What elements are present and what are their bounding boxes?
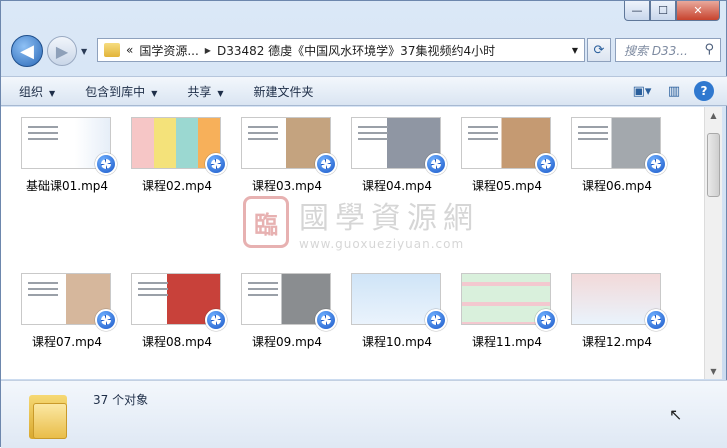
organize-menu[interactable]: 组织 ▼ — [19, 83, 55, 100]
command-toolbar: 组织 ▼ 包含到库中 ▼ 共享 ▼ 新建文件夹 ▣▾ ▥ ? — [1, 76, 727, 106]
minimize-button[interactable]: — — [624, 1, 650, 21]
navigation-bar: ◀ ▶ ▼ « 国学资源... ▶ D33482 德虔《中国风水环境学》37集视… — [1, 27, 727, 75]
folder-icon — [104, 43, 120, 57]
file-name: 课程05.mp4 — [471, 179, 543, 193]
file-item[interactable]: 课程05.mp4 — [451, 107, 557, 207]
media-player-icon — [425, 153, 447, 175]
file-item[interactable]: 课程07.mp4 — [11, 263, 117, 363]
media-player-icon — [535, 153, 557, 175]
maximize-button[interactable]: ☐ — [650, 1, 676, 21]
mouse-cursor-icon: ↖ — [669, 405, 683, 424]
media-player-icon — [535, 309, 557, 331]
file-item[interactable]: 课程09.mp4 — [231, 263, 337, 363]
file-name: 课程03.mp4 — [251, 179, 323, 193]
back-button[interactable]: ◀ — [11, 35, 43, 67]
file-name: 课程08.mp4 — [141, 335, 213, 349]
file-item[interactable]: 课程06.mp4 — [561, 107, 667, 207]
file-item[interactable]: 课程08.mp4 — [121, 263, 227, 363]
item-count: 37 个对象 — [93, 393, 149, 407]
new-folder-button[interactable]: 新建文件夹 — [254, 83, 314, 100]
file-name: 课程09.mp4 — [251, 335, 323, 349]
media-player-icon — [645, 309, 667, 331]
file-name: 课程06.mp4 — [581, 179, 653, 193]
refresh-button[interactable]: ⟳ — [587, 38, 611, 62]
file-item[interactable]: 课程03.mp4 — [231, 107, 337, 207]
scroll-up-icon[interactable]: ▲ — [705, 107, 722, 123]
file-name: 基础课01.mp4 — [25, 179, 109, 193]
folder-icon — [29, 389, 67, 439]
breadcrumb-parent[interactable]: 国学资源... — [139, 42, 198, 59]
address-bar[interactable]: « 国学资源... ▶ D33482 德虔《中国风水环境学》37集视频约4小时 … — [97, 38, 585, 62]
file-item[interactable]: 课程04.mp4 — [341, 107, 447, 207]
media-player-icon — [95, 309, 117, 331]
file-name: 课程12.mp4 — [581, 335, 653, 349]
preview-pane-icon[interactable]: ▥ — [662, 80, 686, 102]
search-icon[interactable]: ⚲ — [704, 42, 714, 57]
search-input[interactable]: 搜索 D33... ⚲ — [615, 38, 721, 62]
file-item[interactable]: 课程11.mp4 — [451, 263, 557, 363]
media-player-icon — [205, 153, 227, 175]
caret-down-icon: ▼ — [151, 88, 158, 98]
caret-down-icon: ▼ — [217, 88, 224, 98]
media-player-icon — [425, 309, 447, 331]
file-name: 课程10.mp4 — [361, 335, 433, 349]
caption-buttons: — ☐ ✕ — [624, 1, 720, 21]
view-options-icon[interactable]: ▣▾ — [630, 80, 654, 102]
media-player-icon — [315, 153, 337, 175]
file-name: 课程04.mp4 — [361, 179, 433, 193]
breadcrumb-current[interactable]: D33482 德虔《中国风水环境学》37集视频约4小时 — [217, 42, 495, 59]
caret-down-icon: ▼ — [49, 88, 56, 98]
details-pane: 37 个对象 ↖ — [1, 380, 727, 448]
forward-button[interactable]: ▶ — [47, 36, 77, 66]
scroll-down-icon[interactable]: ▼ — [705, 363, 722, 379]
address-dropdown-icon[interactable]: ▼ — [572, 46, 578, 55]
file-item[interactable]: 课程12.mp4 — [561, 263, 667, 363]
recent-pages-dropdown[interactable]: ▼ — [81, 47, 87, 56]
file-name: 课程02.mp4 — [141, 179, 213, 193]
media-player-icon — [645, 153, 667, 175]
search-placeholder: 搜索 D33... — [624, 43, 688, 58]
file-name: 课程07.mp4 — [31, 335, 103, 349]
watermark-url: www.guoxueziyuan.com — [299, 237, 465, 251]
file-list[interactable]: 臨 國學資源網 www.guoxueziyuan.com 基础课01.mp4 课… — [1, 107, 704, 379]
breadcrumb-separator-icon[interactable]: ▶ — [205, 46, 211, 55]
share-menu[interactable]: 共享 ▼ — [187, 83, 223, 100]
help-icon[interactable]: ? — [694, 81, 714, 101]
include-in-library-menu[interactable]: 包含到库中 ▼ — [85, 83, 157, 100]
media-player-icon — [95, 153, 117, 175]
explorer-window: — ☐ ✕ ◀ ▶ ▼ « 国学资源... ▶ D33482 德虔《中国风水环境… — [0, 0, 727, 448]
scrollbar-thumb[interactable] — [707, 133, 720, 197]
address-overflow-chevron[interactable]: « — [126, 43, 133, 57]
vertical-scrollbar[interactable]: ▲ ▼ — [704, 107, 722, 379]
media-player-icon — [315, 309, 337, 331]
close-button[interactable]: ✕ — [676, 1, 720, 21]
file-name: 课程11.mp4 — [471, 335, 543, 349]
file-item[interactable]: 基础课01.mp4 — [11, 107, 117, 207]
media-player-icon — [205, 309, 227, 331]
file-item[interactable]: 课程10.mp4 — [341, 263, 447, 363]
file-item[interactable]: 课程02.mp4 — [121, 107, 227, 207]
